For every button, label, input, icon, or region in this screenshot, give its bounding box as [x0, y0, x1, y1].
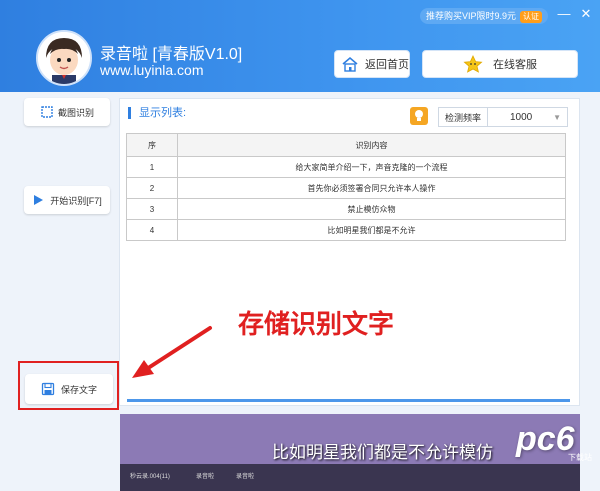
detection-frequency-select[interactable]: 1000 ▼ — [488, 107, 568, 127]
lightbulb-icon[interactable] — [410, 107, 428, 125]
app-url: www.luyinla.com — [100, 62, 204, 78]
row-index: 2 — [126, 177, 178, 199]
column-header-index: 序 — [126, 133, 178, 157]
app-window: 推荐购买VIP限时9.9元 认证 — ✕ 录音啦 [青春版V1.0] www.lu… — [0, 0, 600, 491]
home-button[interactable]: 返回首页 — [334, 50, 410, 78]
table-row[interactable]: 4 比如明星我们都是不允许 — [126, 219, 566, 241]
video-subtitle: 比如明星我们都是不允许模仿 — [272, 443, 493, 462]
frequency-value: 1000 — [510, 112, 533, 123]
table-row[interactable]: 2 首先你必须签署合同只允许本人操作 — [126, 177, 566, 199]
annotation-caption: 存储识别文字 — [238, 309, 395, 339]
vip-promo[interactable]: 推荐购买VIP限时9.9元 认证 — [420, 8, 549, 24]
header-bar: 推荐购买VIP限时9.9元 认证 — ✕ 录音啦 [青春版V1.0] www.lu… — [0, 0, 600, 92]
taskbar-item: 录音啦 — [196, 474, 215, 480]
start-recognize-label: 开始识别[F7] — [50, 195, 102, 206]
crop-icon — [41, 106, 53, 118]
taskbar: 秒云录.004(11) 录音啦 录音啦 — [120, 464, 580, 491]
detection-frequency-label: 检测频率 — [438, 107, 488, 127]
red-arrow-icon — [132, 326, 212, 378]
recognition-table: 序 识别内容 1 给大家简单介绍一下，声音克隆的一个流程 2 首先你必须签署合同… — [126, 133, 566, 241]
table-header-row: 序 识别内容 — [126, 133, 566, 157]
row-content: 首先你必须签署合同只允许本人操作 — [177, 177, 566, 199]
table-row[interactable]: 1 给大家简单介绍一下，声音克隆的一个流程 — [126, 156, 566, 178]
screenshot-recognize-label: 截图识别 — [57, 107, 94, 118]
start-recognize-button[interactable]: 开始识别[F7] — [24, 186, 110, 214]
progress-bar — [127, 399, 570, 402]
minimize-button[interactable]: — — [556, 6, 572, 22]
vip-badge: 认证 — [520, 11, 543, 23]
star-icon — [463, 55, 483, 73]
screenshot-recognize-button[interactable]: 截图识别 — [24, 98, 110, 126]
close-button[interactable]: ✕ — [578, 6, 594, 22]
row-index: 3 — [126, 198, 178, 220]
row-content: 比如明星我们都是不允许 — [177, 219, 566, 241]
taskbar-item: 秒云录.004(11) — [130, 474, 170, 480]
play-icon — [34, 195, 44, 205]
online-service-button[interactable]: 在线客服 — [422, 50, 578, 78]
row-content: 禁止模仿众物 — [177, 198, 566, 220]
row-index: 1 — [126, 156, 178, 178]
watermark-logo: pc6 — [516, 420, 575, 458]
row-index: 4 — [126, 219, 178, 241]
column-header-content: 识别内容 — [177, 133, 566, 157]
online-service-label: 在线客服 — [493, 59, 537, 71]
row-content: 给大家简单介绍一下，声音克隆的一个流程 — [177, 156, 566, 178]
avatar-icon — [38, 32, 90, 84]
vip-text: 推荐购买VIP限时9.9元 — [426, 11, 517, 21]
video-preview: 比如明星我们都是不允许模仿 秒云录.004(11) 录音啦 录音啦 — [120, 414, 580, 491]
app-title: 录音啦 [青春版V1.0] — [100, 46, 243, 63]
avatar — [36, 30, 92, 86]
home-button-label: 返回首页 — [365, 59, 409, 71]
table-row[interactable]: 3 禁止模仿众物 — [126, 198, 566, 220]
panel-title: 显示列表: — [128, 107, 186, 119]
chevron-down-icon: ▼ — [553, 113, 561, 122]
watermark-subtext: 下载站 — [568, 453, 592, 462]
highlight-box — [18, 361, 119, 410]
home-icon — [342, 56, 358, 72]
taskbar-item: 录音啦 — [236, 474, 255, 480]
